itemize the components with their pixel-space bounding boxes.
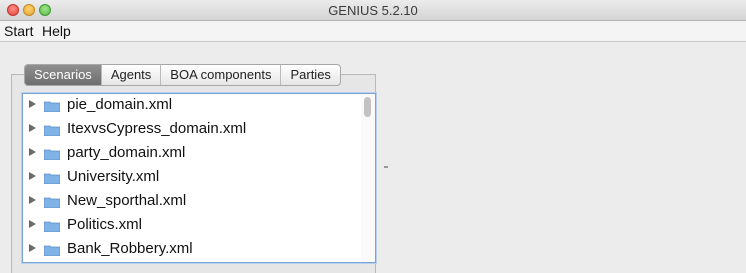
scrollbar-thumb[interactable] bbox=[364, 97, 371, 117]
menu-start[interactable]: Start bbox=[4, 23, 34, 39]
tree-row-new-sporthal[interactable]: New_sporthal.xml bbox=[23, 190, 359, 214]
folder-icon bbox=[44, 245, 60, 256]
tree-row-university[interactable]: University.xml bbox=[23, 166, 359, 190]
scenarios-tree[interactable]: pie_domain.xml ItexvsCypress_domain.xml … bbox=[22, 93, 376, 263]
tree-item-label: Bank_Robbery.xml bbox=[67, 240, 193, 257]
tab-boa-components[interactable]: BOA components bbox=[160, 65, 280, 85]
folder-icon bbox=[44, 149, 60, 160]
tree-item-label: New_sporthal.xml bbox=[67, 192, 187, 209]
vertical-scrollbar[interactable] bbox=[361, 94, 375, 262]
folder-icon bbox=[44, 197, 60, 208]
tab-parties[interactable]: Parties bbox=[280, 65, 339, 85]
expand-arrow-icon[interactable] bbox=[29, 220, 36, 228]
tree-item-label: University.xml bbox=[67, 168, 160, 185]
tree-row-bank-robbery[interactable]: Bank_Robbery.xml bbox=[23, 238, 359, 262]
tab-scenarios[interactable]: Scenarios bbox=[25, 65, 101, 85]
tab-agents[interactable]: Agents bbox=[100, 65, 160, 85]
expand-arrow-icon[interactable] bbox=[29, 244, 36, 252]
folder-icon bbox=[44, 125, 60, 136]
tree-row-politics[interactable]: Politics.xml bbox=[23, 214, 359, 238]
expand-arrow-icon[interactable] bbox=[29, 172, 36, 180]
tree-item-label: ItexvsCypress_domain.xml bbox=[67, 120, 247, 137]
expand-arrow-icon[interactable] bbox=[29, 124, 36, 132]
tree-row-itexvscypress[interactable]: ItexvsCypress_domain.xml bbox=[23, 118, 359, 142]
menu-bar: Start Help bbox=[0, 21, 746, 42]
tree-row-pie-domain[interactable]: pie_domain.xml bbox=[23, 94, 359, 118]
window-title: GENIUS 5.2.10 bbox=[328, 3, 418, 18]
folder-icon bbox=[44, 101, 60, 112]
mouse-cursor-mark bbox=[384, 166, 388, 168]
tree-row-party-domain[interactable]: party_domain.xml bbox=[23, 142, 359, 166]
menu-help[interactable]: Help bbox=[42, 23, 71, 39]
folder-icon bbox=[44, 173, 60, 184]
tab-bar: Scenarios Agents BOA components Parties bbox=[24, 64, 341, 86]
expand-arrow-icon[interactable] bbox=[29, 148, 36, 156]
tree-item-label: party_domain.xml bbox=[67, 144, 186, 161]
tree-item-label: pie_domain.xml bbox=[67, 96, 173, 113]
window-titlebar: GENIUS 5.2.10 bbox=[0, 0, 746, 21]
tree-item-label: Politics.xml bbox=[67, 216, 143, 233]
expand-arrow-icon[interactable] bbox=[29, 100, 36, 108]
folder-icon bbox=[44, 221, 60, 232]
expand-arrow-icon[interactable] bbox=[29, 196, 36, 204]
